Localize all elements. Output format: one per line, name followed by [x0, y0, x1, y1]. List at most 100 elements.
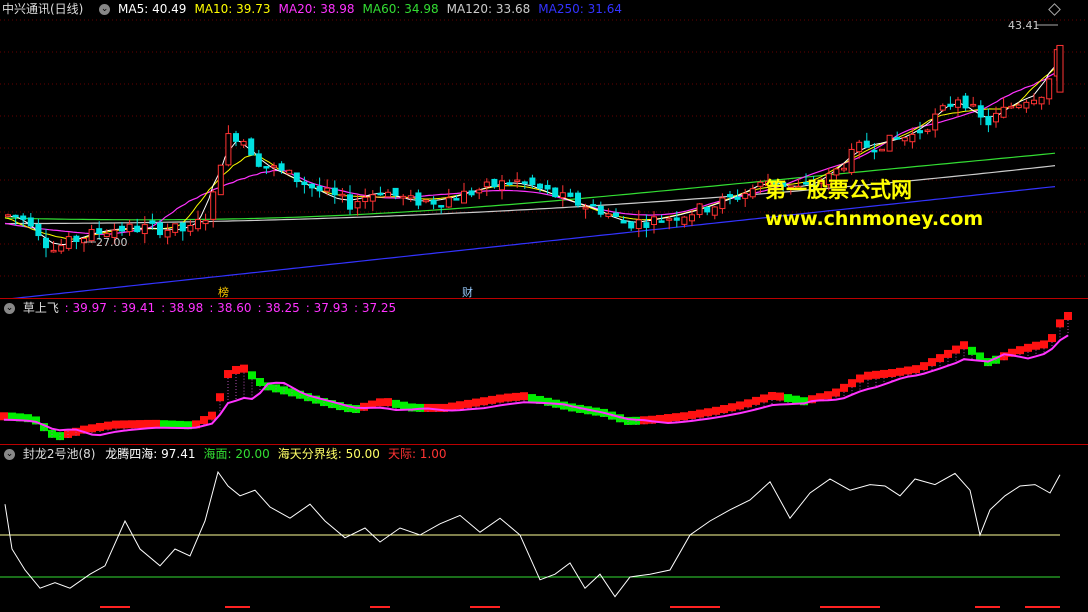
candle-body	[734, 196, 741, 200]
candle-body	[901, 137, 908, 142]
candle-body	[468, 190, 475, 196]
candle-body	[605, 213, 612, 217]
candle-body	[415, 192, 422, 206]
candle-body	[141, 224, 148, 235]
stair-block	[896, 367, 904, 376]
stair-block	[1064, 311, 1072, 320]
stair-block	[240, 364, 248, 373]
stair-block	[528, 394, 536, 403]
candle-body	[1008, 105, 1015, 109]
stair-block	[488, 395, 496, 404]
candle-body	[453, 198, 460, 201]
stair-block	[976, 352, 984, 361]
oscillator-line	[4, 470, 1061, 598]
candle-body	[202, 220, 209, 225]
oscillator-chart[interactable]	[0, 445, 1088, 612]
sub1-panel[interactable]: ⌄ 草上飞 : 39.97: 39.41: 38.98: 38.60: 38.2…	[0, 299, 1088, 444]
candle-body	[491, 178, 498, 188]
stair-block	[384, 398, 392, 407]
candle-body	[461, 190, 467, 204]
stair-chart[interactable]	[0, 299, 1088, 444]
candle-body	[651, 216, 657, 226]
candle-body	[863, 140, 870, 148]
candle-body	[225, 133, 232, 166]
candle-body	[704, 206, 711, 213]
stair-block	[736, 401, 744, 410]
candle-body	[955, 99, 961, 108]
stair-block	[848, 379, 856, 388]
candle-body	[263, 166, 270, 169]
stair-block	[480, 397, 488, 406]
main-chart-panel[interactable]: 中兴通讯(日线) ⌄ MA5: 40.49 MA10: 39.73 MA20: 38…	[0, 0, 1088, 299]
candle-body	[993, 112, 999, 123]
candle-body	[917, 130, 923, 134]
candle-body	[567, 192, 574, 197]
candle-body	[544, 184, 551, 190]
stair-block	[888, 369, 896, 378]
stair-block	[256, 378, 264, 387]
candle-body	[582, 206, 589, 210]
stair-block	[768, 391, 776, 400]
stair-block	[248, 371, 256, 380]
candle-body	[157, 222, 163, 236]
stair-block	[776, 392, 784, 401]
stair-block	[120, 420, 128, 429]
candle-body	[438, 205, 445, 208]
candle-body	[58, 245, 65, 252]
candle-body	[423, 199, 429, 203]
stair-block	[136, 420, 144, 429]
candle-body	[559, 192, 566, 199]
candle-body	[711, 206, 718, 216]
candle-body	[537, 183, 543, 189]
stair-block	[952, 345, 960, 354]
candle-body	[293, 172, 300, 183]
sub2-panel[interactable]: ⌄ 封龙2号池(8) 龙腾四海: 97.41 海面: 20.00 海天分界线: 50…	[0, 445, 1088, 612]
candle-body	[506, 182, 513, 185]
candle-body	[339, 193, 346, 197]
candle-body	[886, 134, 893, 152]
stair-block	[792, 395, 800, 404]
candle-body	[628, 221, 635, 229]
candle-body	[301, 181, 308, 186]
candle-body	[430, 199, 437, 205]
stair-block	[968, 346, 976, 355]
stair-block	[544, 397, 552, 406]
candle-body	[757, 181, 764, 187]
candlestick-chart[interactable]	[0, 0, 1088, 298]
candle-body	[483, 181, 490, 188]
sub1-baseline	[3, 334, 1069, 437]
candle-body	[939, 105, 946, 111]
candle-body	[841, 167, 847, 171]
candle-body	[666, 218, 673, 221]
stair-block	[664, 414, 672, 423]
stair-block	[224, 370, 232, 379]
stair-block	[720, 405, 728, 414]
stair-block	[752, 396, 760, 405]
candle-body	[20, 215, 27, 220]
stair-block	[96, 422, 104, 431]
candle-body	[514, 179, 521, 183]
candle-body	[1056, 44, 1064, 93]
stair-block	[760, 394, 768, 403]
stair-block	[200, 416, 208, 425]
candle-body	[324, 187, 331, 192]
stair-block	[784, 394, 792, 403]
candle-body	[977, 105, 984, 118]
candle-body	[164, 229, 171, 238]
stair-block	[376, 398, 384, 407]
candle-body	[217, 164, 224, 196]
candle-body	[377, 192, 384, 196]
candle-body	[856, 141, 863, 153]
candle-body	[613, 212, 619, 217]
candle-body	[742, 192, 749, 199]
candle-body	[5, 214, 11, 217]
high-price-label: 43.41	[1008, 19, 1040, 32]
candle-body	[88, 229, 95, 242]
stair-block	[744, 399, 752, 408]
stair-block	[840, 383, 848, 392]
stair-block	[400, 401, 408, 410]
candle-body	[134, 225, 141, 233]
candle-body	[407, 195, 414, 199]
stair-block	[144, 419, 152, 428]
stair-block	[1016, 346, 1024, 355]
